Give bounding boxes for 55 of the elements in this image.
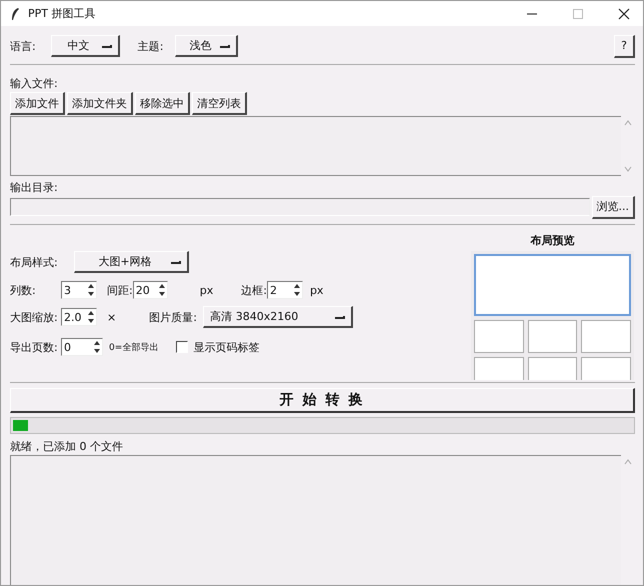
- checkbox-label: 显示页码标签: [193, 340, 260, 354]
- scroll-up-icon: [624, 459, 632, 465]
- setting-label: 边框:: [241, 282, 267, 298]
- preview-grid-cell: [581, 320, 631, 353]
- preview-grid-cell: [528, 357, 578, 380]
- file-button[interactable]: 添加文件: [10, 92, 65, 115]
- spinbox[interactable]: 20: [132, 281, 168, 299]
- maximize-icon: [572, 8, 584, 20]
- quality-dropdown[interactable]: 高清 3840x2160: [203, 306, 354, 328]
- output-dir-field[interactable]: [10, 198, 590, 216]
- window-title: PPT 拼图工具: [28, 6, 96, 21]
- file-button[interactable]: 添加文件夹: [67, 92, 133, 115]
- spin-arrows-icon: [87, 310, 95, 324]
- setting-label: 列数:: [10, 282, 37, 298]
- setting-label: 间距:: [107, 282, 133, 298]
- browse-button[interactable]: 浏览...: [592, 196, 635, 218]
- theme-label: 主题:: [138, 38, 164, 54]
- close-icon: [618, 8, 630, 20]
- preview-grid-cell: [474, 357, 524, 380]
- checkbox[interactable]: [176, 341, 188, 353]
- spinbox[interactable]: 0: [61, 338, 103, 356]
- help-button[interactable]: ?: [614, 34, 635, 58]
- file-button[interactable]: 清空列表: [192, 92, 247, 115]
- feather-icon: [10, 6, 20, 20]
- start-button[interactable]: 开 始 转 换: [10, 388, 635, 413]
- layout-style-label: 布局样式:: [10, 254, 59, 270]
- preview-grid-cell: [474, 320, 524, 353]
- language-label: 语言:: [10, 38, 36, 54]
- spin-arrows-icon: [93, 340, 101, 354]
- preview-grid-cell: [581, 357, 631, 380]
- layout-style-dropdown[interactable]: 大图+网格: [74, 251, 189, 273]
- preview-grid-cell: [528, 320, 578, 353]
- scroll-up-icon: [624, 120, 632, 126]
- file-button[interactable]: 移除选中: [135, 92, 190, 115]
- spinbox[interactable]: 2.0: [61, 308, 97, 326]
- spin-arrows-icon: [87, 283, 95, 297]
- setting-label: 大图缩放:: [10, 310, 59, 324]
- input-files-label: 输入文件:: [10, 76, 59, 90]
- setting-label: 图片质量:: [149, 310, 198, 324]
- spinbox[interactable]: 2: [266, 281, 303, 299]
- language-dropdown[interactable]: 中文: [50, 35, 120, 57]
- output-dir-label: 输出目录:: [10, 180, 59, 194]
- preview-title: 布局预览: [530, 233, 574, 247]
- file-list[interactable]: [10, 116, 621, 176]
- scroll-down-icon: [624, 166, 632, 172]
- unit-label: ×: [107, 310, 116, 324]
- unit-label: px: [310, 284, 324, 296]
- setting-label: 导出页数:: [10, 340, 59, 354]
- hint-text: 0=全部导出: [109, 342, 158, 354]
- spinbox[interactable]: 3: [61, 281, 97, 299]
- unit-label: px: [200, 284, 214, 296]
- spin-arrows-icon: [158, 283, 166, 297]
- status-text: 就绪，已添加 0 个文件: [10, 439, 124, 453]
- theme-dropdown[interactable]: 浅色: [175, 35, 238, 57]
- spin-arrows-icon: [292, 283, 301, 297]
